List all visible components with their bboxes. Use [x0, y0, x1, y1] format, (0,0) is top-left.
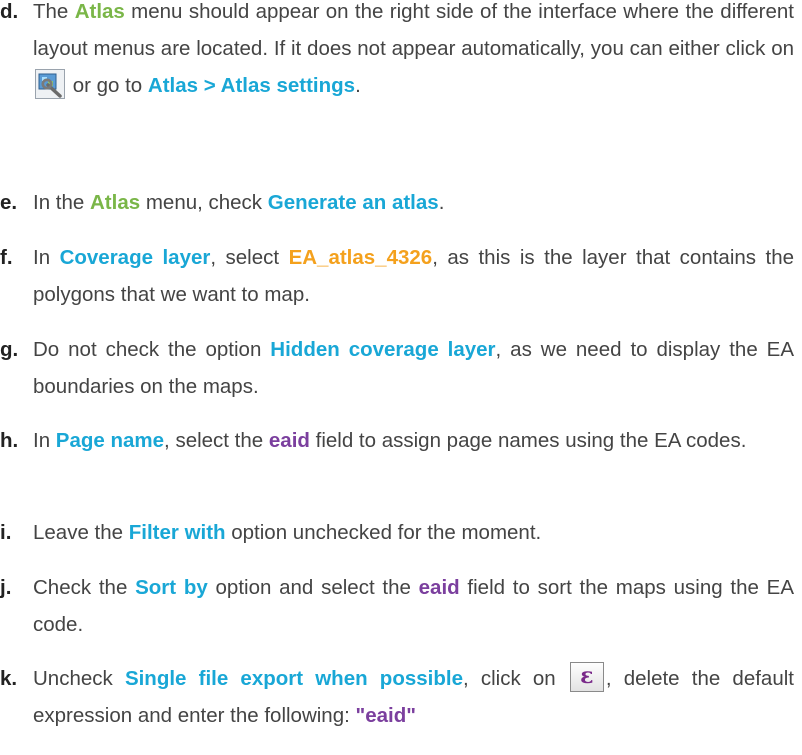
highlighted-term: Filter with	[128, 521, 226, 544]
step-f: f. In Coverage layer, select EA_atlas_432…	[0, 239, 794, 313]
text-run: .	[355, 74, 361, 97]
highlighted-term: Sort by	[135, 576, 208, 599]
highlighted-term: Atlas	[74, 0, 125, 23]
highlighted-term: Atlas	[90, 191, 141, 214]
step-text: In Page name, select the eaid field to a…	[33, 422, 794, 459]
text-run: menu should appear on the right side of …	[33, 0, 794, 60]
step-d: d. The Atlas menu should appear on the ri…	[0, 0, 794, 104]
highlighted-term: Coverage layer	[59, 246, 211, 269]
text-run: In	[33, 246, 60, 269]
text-run: Uncheck	[33, 667, 125, 690]
step-marker: d.	[0, 0, 19, 23]
step-text: In Coverage layer, select EA_atlas_4326,…	[33, 239, 794, 313]
step-marker: e.	[0, 191, 18, 214]
step-h: h. In Page name, select the eaid field to…	[0, 422, 794, 459]
step-text: In the Atlas menu, check Generate an atl…	[33, 184, 794, 221]
step-text: Do not check the option Hidden coverage …	[33, 331, 794, 405]
step-marker: g.	[0, 338, 19, 361]
highlighted-term: Page name	[55, 429, 165, 452]
step-marker: h.	[0, 429, 19, 452]
text-run: or go to	[67, 74, 148, 97]
text-run: , click on	[462, 667, 568, 690]
step-marker: j.	[0, 576, 12, 599]
step-j: j. Check the Sort by option and select th…	[0, 569, 794, 643]
text-run: , select	[210, 246, 289, 269]
highlighted-term: eaid	[418, 576, 460, 599]
step-k: k. Uncheck Single file export when possib…	[0, 660, 794, 734]
step-marker: k.	[0, 667, 18, 690]
step-text: The Atlas menu should appear on the righ…	[33, 0, 794, 104]
text-run: field to assign page names using the EA …	[309, 429, 747, 452]
expression-epsilon-icon[interactable]: ε	[569, 661, 604, 692]
text-run: Do not check the option	[33, 338, 271, 361]
text-run: .	[438, 191, 445, 214]
step-text: Leave the Filter with option unchecked f…	[33, 514, 794, 551]
highlighted-term: Single file export when possible	[124, 667, 463, 690]
text-run: Leave the	[33, 521, 129, 544]
step-i: i. Leave the Filter with option unchecked…	[0, 514, 794, 551]
highlighted-term: Hidden coverage layer	[270, 338, 496, 361]
text-run: option and select the	[207, 576, 419, 599]
text-run: In the	[33, 191, 90, 214]
atlas-settings-icon[interactable]	[35, 68, 65, 99]
highlighted-term: Atlas > Atlas settings	[147, 74, 356, 97]
step-text: Check the Sort by option and select the …	[33, 569, 794, 643]
text-run: The	[33, 0, 75, 23]
step-marker: f.	[0, 246, 13, 269]
text-run: Check the	[33, 576, 136, 599]
step-g: g. Do not check the option Hidden coverag…	[0, 331, 794, 405]
step-marker: i.	[0, 521, 12, 544]
step-text: Uncheck Single file export when possible…	[33, 660, 794, 734]
text-run: , select the	[164, 429, 269, 452]
text-run: option unchecked for the moment.	[225, 521, 542, 544]
text-run: menu, check	[140, 191, 268, 214]
highlighted-term: eaid	[268, 429, 310, 452]
highlighted-term: Generate an atlas	[267, 191, 439, 214]
step-e: e. In the Atlas menu, check Generate an a…	[0, 184, 794, 221]
text-run: In	[33, 429, 56, 452]
highlighted-term: "eaid"	[355, 704, 416, 727]
highlighted-term: EA_atlas_4326	[288, 246, 433, 269]
